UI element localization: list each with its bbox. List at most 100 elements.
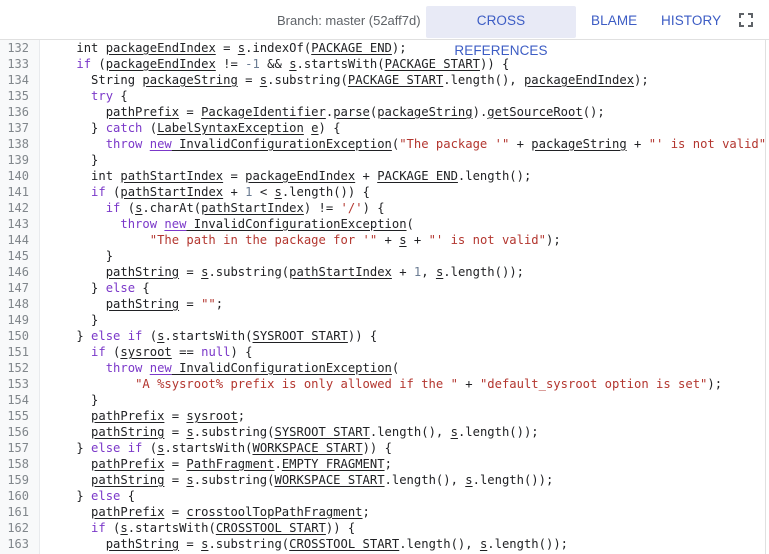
cross-reference-link[interactable]: pathStartIndex [289,265,392,279]
cross-reference-link[interactable]: packageString [142,73,237,87]
line-number[interactable]: 134 [0,72,29,88]
line-number[interactable]: 140 [0,168,29,184]
line-number[interactable]: 161 [0,504,29,520]
cross-reference-link[interactable]: packageString [377,105,472,119]
line-number[interactable]: 132 [0,40,29,56]
cross-reference-link[interactable]: pathString [106,297,179,311]
cross-reference-link[interactable]: PackageIdentifier [201,105,326,119]
line-number[interactable]: 139 [0,152,29,168]
cross-reference-link[interactable]: s [465,473,472,487]
line-number[interactable]: 151 [0,344,29,360]
plain-token: + [223,185,246,199]
cross-reference-link[interactable]: InvalidConfigurationException [172,361,392,375]
line-number[interactable]: 136 [0,104,29,120]
line-number[interactable]: 142 [0,200,29,216]
line-number[interactable]: 150 [0,328,29,344]
plain-token: ( [142,441,158,455]
cross-reference-link[interactable]: packageEndIndex [106,57,216,71]
cross-reference-link[interactable]: EMPTY_FRAGMENT [282,457,385,471]
line-number[interactable]: 152 [0,360,29,376]
tab-blame[interactable]: BLAME [578,6,650,38]
cross-reference-link[interactable]: s [451,425,458,439]
cross-reference-link[interactable]: packageEndIndex [524,73,634,87]
cross-reference-link[interactable]: LabelSyntaxException [157,121,304,135]
line-number[interactable]: 157 [0,440,29,456]
line-number[interactable]: 155 [0,408,29,424]
line-number[interactable]: 158 [0,456,29,472]
line-number[interactable]: 154 [0,392,29,408]
cross-reference-link[interactable]: PathFragment [186,457,274,471]
line-number[interactable]: 133 [0,56,29,72]
cross-reference-link[interactable]: PACKAGE_END [311,41,392,55]
cross-reference-link[interactable]: InvalidConfigurationException [186,217,407,231]
cross-reference-link[interactable]: PACKAGE_START [385,57,480,71]
cross-reference-link[interactable]: pathPrefix [91,457,164,471]
line-number[interactable]: 153 [0,376,29,392]
line-number[interactable]: 135 [0,88,29,104]
cross-reference-link[interactable]: CROSSTOOL_START [289,537,399,551]
cross-reference-link[interactable]: WORKSPACE_START [274,473,384,487]
cross-reference-link[interactable]: pathStartIndex [120,185,223,199]
fullscreen-icon[interactable] [739,13,753,27]
cross-reference-link[interactable]: pathStartIndex [120,169,223,183]
cross-reference-link[interactable]: s [120,521,127,535]
cross-reference-link[interactable]: pathString [106,537,179,551]
cross-reference-link[interactable]: s [186,473,193,487]
line-number[interactable]: 138 [0,136,29,152]
cross-reference-link[interactable]: pathPrefix [91,409,164,423]
line-number[interactable]: 148 [0,296,29,312]
keyword-token: if [91,345,106,359]
line-number[interactable]: 147 [0,280,29,296]
cross-reference-link[interactable]: pathString [91,473,164,487]
line-number[interactable]: 137 [0,120,29,136]
cross-reference-link[interactable]: InvalidConfigurationException [172,137,392,151]
line-number[interactable]: 145 [0,248,29,264]
cross-reference-link[interactable]: sysroot [186,409,237,423]
cross-reference-link[interactable]: pathString [91,425,164,439]
cross-reference-link[interactable]: pathPrefix [91,505,164,519]
cross-reference-link[interactable]: s [399,233,406,247]
line-number[interactable]: 162 [0,520,29,536]
cross-reference-link[interactable]: packageEndIndex [245,169,355,183]
cross-reference-link[interactable]: new [164,217,186,231]
code-text: pathPrefix = PathFragment.EMPTY_FRAGMENT… [47,456,392,472]
cross-reference-link[interactable]: SYSROOT_START [274,425,369,439]
cross-reference-link[interactable]: SYSROOT_START [253,329,348,343]
cross-reference-link[interactable]: pathStartIndex [201,201,304,215]
cross-reference-link[interactable]: s [289,57,296,71]
line-number[interactable]: 159 [0,472,29,488]
cross-reference-link[interactable]: parse [333,105,370,119]
cross-reference-link[interactable]: getSourceRoot [487,105,582,119]
scrollbar-track[interactable] [765,40,766,554]
cross-reference-link[interactable]: pathPrefix [106,105,179,119]
cross-reference-link[interactable]: packageEndIndex [106,41,216,55]
cross-reference-link[interactable]: s [275,185,282,199]
cross-reference-link[interactable]: CROSSTOOL_START [216,521,326,535]
cross-reference-link[interactable]: PACKAGE_END [377,169,458,183]
tab-cross-references[interactable]: CROSS REFERENCES [426,6,576,58]
line-number[interactable]: 141 [0,184,29,200]
branch-label[interactable]: Branch: master (52aff7d) [277,13,421,28]
cross-reference-link[interactable]: e [311,121,318,135]
cross-reference-link[interactable]: new [150,137,172,151]
line-number[interactable]: 146 [0,264,29,280]
line-number[interactable]: 143 [0,216,29,232]
line-number[interactable]: 163 [0,536,29,552]
cross-reference-link[interactable]: packageString [531,137,626,151]
tab-history[interactable]: HISTORY [648,6,734,38]
line-number[interactable]: 160 [0,488,29,504]
line-number[interactable]: 144 [0,232,29,248]
line-number[interactable]: 156 [0,424,29,440]
cross-reference-link[interactable]: new [150,361,172,375]
line-number[interactable]: 149 [0,312,29,328]
plain-token: ); [707,377,723,391]
cross-reference-link[interactable]: PACKAGE_START [348,73,443,87]
cross-reference-link[interactable]: WORKSPACE_START [253,441,363,455]
cross-reference-link[interactable]: crosstoolTopPathFragment [186,505,362,519]
cross-reference-link[interactable]: pathString [106,265,179,279]
cross-reference-link[interactable]: s [186,425,193,439]
plain-token: .substring( [267,73,348,87]
keyword-token: if [105,201,121,215]
plain-token: } [47,281,106,295]
cross-reference-link[interactable]: sysroot [120,345,171,359]
